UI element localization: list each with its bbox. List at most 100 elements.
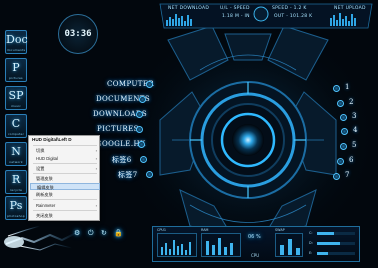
context-item-manage-skin[interactable]: 管理皮肤 xyxy=(30,175,100,182)
right-item-5[interactable]: 5 xyxy=(352,141,356,149)
context-item-settings[interactable]: 设置 › xyxy=(30,165,100,172)
graph-bar xyxy=(185,250,187,255)
dock-tile-photoshop[interactable]: Ps photoshop xyxy=(5,196,27,220)
graph-bar xyxy=(177,246,179,255)
speed-label: SPEED - 1.2 K xyxy=(272,6,307,11)
menu-item-dot-icon xyxy=(146,81,153,88)
net-download-label: NET DOWNLOAD xyxy=(168,6,210,11)
context-item-edit-skin[interactable]: 编辑皮肤 xyxy=(30,183,100,190)
ram-graph xyxy=(201,233,241,257)
dock-tile-tag: pictures xyxy=(9,76,23,80)
cpu-center-label: CPU xyxy=(251,253,260,258)
graph-bar xyxy=(224,247,227,255)
swap-label: SWAP xyxy=(275,228,285,232)
menu-item-dot-icon xyxy=(337,158,344,165)
disk-e-label: E: xyxy=(309,251,313,255)
system-monitor-panel: CPU1 CPU2 RAM 06 % CPU SWAP C: D: E: xyxy=(152,226,360,262)
menu-item-dot-icon xyxy=(136,111,143,118)
graph-bar xyxy=(173,240,175,255)
menu-item-dot-icon xyxy=(333,173,340,180)
right-item-3[interactable]: 3 xyxy=(352,112,356,120)
dock-tile-tag: network xyxy=(9,160,23,164)
context-item-refresh-skin[interactable]: 刷新皮肤 xyxy=(30,191,100,198)
dock-tile-documents[interactable]: Doc documents xyxy=(5,30,28,54)
graph-bar xyxy=(212,245,215,255)
dock-tile-tag: music xyxy=(11,104,21,108)
settings-icon[interactable]: ⚙ xyxy=(74,229,80,237)
graph-bar xyxy=(165,243,167,255)
cpu1-label: CPU1 xyxy=(157,228,167,232)
context-menu: HUD Digital\Left D 切换 › HUD Digital › 设置… xyxy=(28,135,100,221)
dock-tile-tag: recycle xyxy=(9,188,23,192)
submenu-arrow-icon: › xyxy=(95,166,97,171)
out-value: OUT - 101.28 K xyxy=(274,14,313,19)
context-item-rainmeter[interactable]: Rainmeter › xyxy=(30,202,100,209)
context-item-switch[interactable]: 切换 › xyxy=(30,147,100,154)
dock-tile-network[interactable]: N network xyxy=(5,142,27,166)
submenu-arrow-icon: › xyxy=(95,156,97,161)
context-item-label: 管理皮肤 xyxy=(36,176,53,181)
graph-bar xyxy=(296,248,300,255)
right-item-1[interactable]: 1 xyxy=(345,83,349,91)
disk-d-label: D: xyxy=(309,241,313,245)
context-item-label: 编辑皮肤 xyxy=(37,185,54,190)
menu-item-dot-icon xyxy=(139,96,146,103)
dock-tile-letter: R xyxy=(11,173,21,186)
clock-widget: 03:36 xyxy=(58,14,98,54)
dock-tile-music[interactable]: SP music xyxy=(5,86,27,110)
graph-bar xyxy=(280,245,284,255)
cpu-graph xyxy=(157,233,197,257)
right-item-6[interactable]: 6 xyxy=(349,156,353,164)
menu-item-dot-icon xyxy=(136,126,143,133)
right-item-4[interactable]: 4 xyxy=(353,126,357,134)
ram-label: RAM xyxy=(201,228,209,232)
power-icon[interactable]: ⏻ xyxy=(88,229,94,238)
graph-bar xyxy=(206,241,209,255)
menu-divider xyxy=(33,210,97,211)
dock-tile-letter: SP xyxy=(8,89,24,102)
dock-tile-tag: computer xyxy=(7,132,25,136)
menu-item-dot-icon xyxy=(140,156,147,163)
graph-bar xyxy=(169,249,171,255)
right-item-2[interactable]: 2 xyxy=(349,98,353,106)
menu-divider xyxy=(33,173,97,174)
graph-bar xyxy=(230,243,233,255)
menu-divider xyxy=(33,199,97,200)
menu-item-dot-icon xyxy=(138,141,145,148)
context-item-hud-digital[interactable]: HUD Digital › xyxy=(30,155,100,162)
graph-bar xyxy=(189,242,191,255)
dock-tile-recycle[interactable]: R recycle xyxy=(5,170,27,194)
disk-c-bar xyxy=(317,232,355,235)
submenu-arrow-icon: › xyxy=(95,148,97,153)
disk-d-bar xyxy=(317,242,355,245)
launcher-dock: Doc documents P pictures SP music C comp… xyxy=(2,26,28,222)
menu-item-tag6[interactable]: 标签6 xyxy=(112,155,132,165)
dock-tile-letter: P xyxy=(12,61,20,74)
dock-tile-computer[interactable]: C computer xyxy=(5,114,27,138)
dock-tile-tag: documents xyxy=(6,48,26,52)
dock-tile-letter: Doc xyxy=(6,33,28,46)
menu-item-tag7[interactable]: 标签7 xyxy=(118,170,138,180)
dock-tile-tag: photoshop xyxy=(7,214,25,218)
context-item-label: 设置 xyxy=(36,166,45,171)
lock-icon[interactable]: 🔒 xyxy=(114,229,123,237)
disk-e-bar xyxy=(317,252,355,255)
cpu-percent: 06 % xyxy=(248,234,261,240)
context-item-label: 切换 xyxy=(36,148,45,153)
swap-graph xyxy=(275,233,303,257)
context-item-label: 关闭皮肤 xyxy=(36,213,53,218)
menu-item-dot-icon xyxy=(340,143,347,150)
dock-tile-pictures[interactable]: P pictures xyxy=(5,58,27,82)
context-menu-title: HUD Digital\Left D xyxy=(32,137,72,142)
menu-item-dot-icon xyxy=(341,128,348,135)
graph-bar xyxy=(218,238,221,255)
menu-item-pictures[interactable]: PICTURES xyxy=(97,125,139,133)
refresh-icon[interactable]: ↻ xyxy=(101,229,107,237)
net-upload-label: NET UPLOAD xyxy=(334,6,366,11)
dock-tile-letter: Ps xyxy=(9,199,23,212)
clock-time: 03:36 xyxy=(64,29,92,39)
context-item-close-skin[interactable]: 关闭皮肤 xyxy=(30,212,100,219)
right-item-7[interactable]: 7 xyxy=(345,171,349,179)
in-value: 1.18 M - IN xyxy=(222,14,250,19)
menu-item-dot-icon xyxy=(146,171,153,178)
